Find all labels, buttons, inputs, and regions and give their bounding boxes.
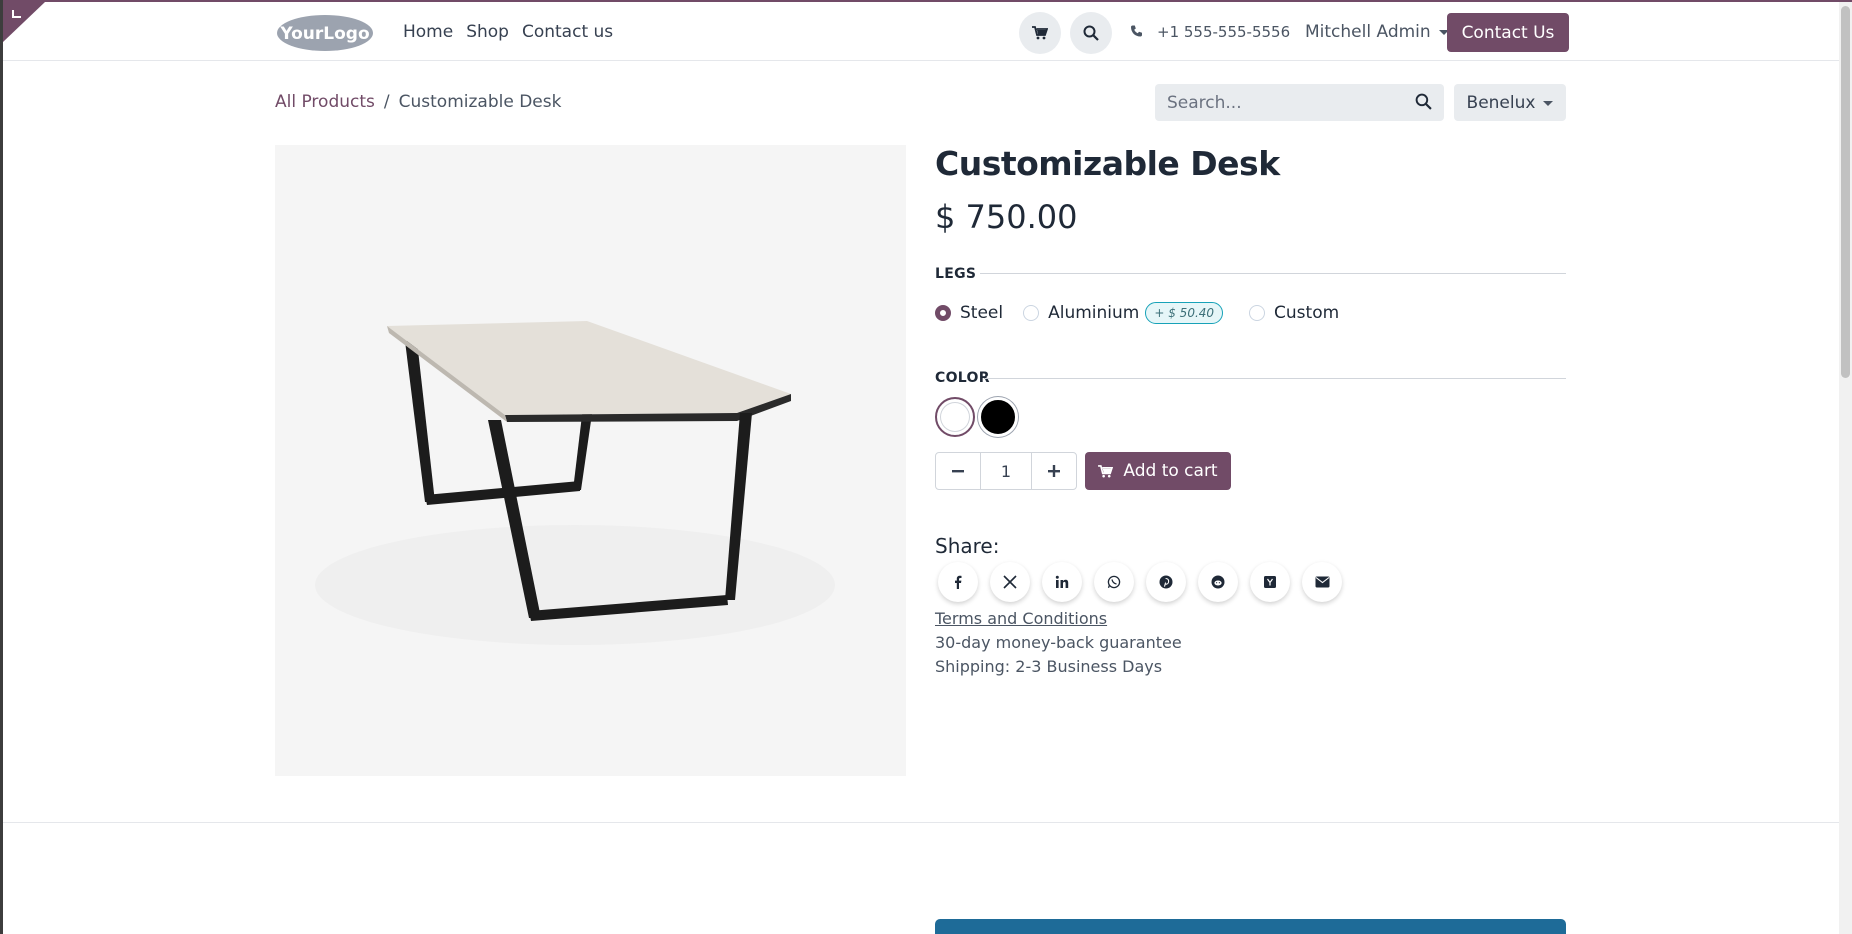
quantity-input[interactable]: 1 [980, 453, 1032, 489]
cart-button[interactable] [1019, 12, 1061, 54]
share-linkedin-button[interactable] [1042, 562, 1082, 602]
product-price: $ 750.00 [935, 198, 1078, 236]
page-scrollbar[interactable] [1839, 2, 1852, 934]
email-icon [1315, 576, 1329, 588]
legs-steel-label[interactable]: Steel [960, 303, 1003, 323]
product-image[interactable] [275, 145, 906, 776]
hacker-news-icon [1264, 576, 1276, 588]
cart-icon [1032, 26, 1048, 40]
site-logo[interactable]: YourLogo [276, 14, 374, 52]
color-swatch-black[interactable] [978, 397, 1018, 437]
color-divider [985, 378, 1566, 379]
share-whatsapp-button[interactable] [1094, 562, 1134, 602]
minus-icon [952, 470, 964, 473]
section-divider [3, 822, 1839, 823]
breadcrumb-current: Customizable Desk [398, 92, 562, 112]
legs-options: Steel Aluminium + $ 50.40 Custom [935, 302, 1359, 324]
color-swatch-white[interactable] [935, 397, 975, 437]
user-name: Mitchell Admin [1305, 21, 1431, 42]
facebook-icon [955, 575, 962, 589]
quantity-increase-button[interactable] [1032, 453, 1076, 489]
header-phone[interactable]: +1 555-555-5556 [1130, 2, 1290, 61]
shipping-text: Shipping: 2-3 Business Days [935, 657, 1163, 676]
price-extra-badge: + $ 50.40 [1145, 302, 1224, 324]
pinterest-icon [1159, 575, 1173, 589]
share-hacker-news-button[interactable] [1250, 562, 1290, 602]
color-attribute-title: COLOR [935, 370, 990, 386]
product-info: Terms and Conditions 30-day money-back g… [935, 607, 1182, 679]
legs-divider [980, 273, 1566, 274]
editor-corner-icon[interactable] [3, 2, 45, 42]
terms-link[interactable]: Terms and Conditions [935, 607, 1182, 631]
search-icon[interactable] [1415, 93, 1432, 110]
share-pinterest-button[interactable] [1146, 562, 1186, 602]
nav-home[interactable]: Home [403, 22, 453, 42]
window-left-border [0, 0, 3, 934]
promo-block [935, 919, 1566, 934]
breadcrumb: All Products / Customizable Desk [275, 92, 561, 112]
main-nav: Home Shop Contact us [403, 2, 626, 61]
nav-contact-us[interactable]: Contact us [522, 22, 613, 42]
whatsapp-icon [1107, 575, 1121, 589]
breadcrumb-separator: / [383, 92, 390, 112]
search-icon [1083, 25, 1099, 41]
linkedin-icon [1055, 575, 1069, 588]
cart-icon [1098, 464, 1114, 477]
legs-custom-label[interactable]: Custom [1274, 303, 1339, 323]
share-x-button[interactable] [990, 562, 1030, 602]
legs-attribute-title: LEGS [935, 266, 977, 282]
share-reddit-button[interactable] [1198, 562, 1238, 602]
site-header: YourLogo Home Shop Contact us +1 555-555… [3, 2, 1839, 61]
share-email-button[interactable] [1302, 562, 1342, 602]
legs-aluminium-radio[interactable] [1023, 305, 1040, 321]
legs-steel-radio[interactable] [935, 305, 951, 321]
phone-icon [1131, 25, 1142, 37]
plus-icon [1048, 465, 1060, 477]
share-label: Share: [935, 534, 1000, 558]
add-to-cart-button[interactable]: Add to cart [1085, 452, 1231, 490]
chevron-down-icon [1543, 101, 1554, 106]
scrollbar-thumb[interactable] [1841, 6, 1850, 378]
nav-shop[interactable]: Shop [466, 22, 509, 42]
desk-illustration [275, 145, 906, 776]
breadcrumb-all-products[interactable]: All Products [275, 92, 375, 112]
add-to-cart-label: Add to cart [1123, 461, 1218, 481]
legs-aluminium-label[interactable]: Aluminium [1048, 303, 1139, 323]
product-title: Customizable Desk [935, 144, 1280, 183]
product-search [1155, 84, 1444, 121]
phone-number: +1 555-555-5556 [1157, 22, 1291, 41]
legs-custom-radio[interactable] [1249, 305, 1266, 321]
contact-us-button[interactable]: Contact Us [1447, 13, 1569, 52]
search-input[interactable] [1167, 92, 1397, 113]
pricelist-dropdown[interactable]: Benelux [1454, 84, 1566, 121]
reddit-icon [1211, 575, 1225, 589]
quantity-stepper: 1 [935, 452, 1077, 490]
x-icon [1003, 575, 1017, 589]
share-facebook-button[interactable] [938, 562, 978, 602]
pricelist-label: Benelux [1466, 92, 1536, 113]
logo-text: YourLogo [279, 24, 369, 44]
user-menu[interactable]: Mitchell Admin [1305, 2, 1449, 61]
share-buttons [938, 562, 1342, 602]
guarantee-text: 30-day money-back guarantee [935, 633, 1182, 652]
quantity-decrease-button[interactable] [936, 453, 980, 489]
header-search-button[interactable] [1070, 12, 1112, 54]
